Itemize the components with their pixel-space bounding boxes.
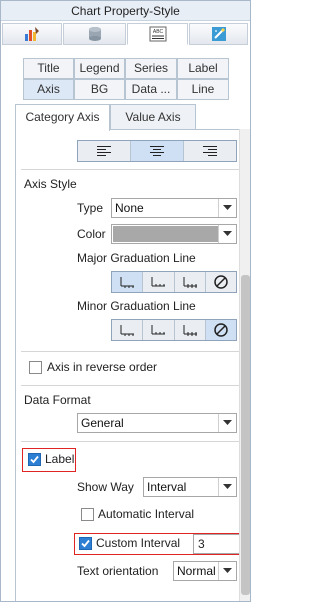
data-format-value: General <box>81 416 124 430</box>
abc-style-icon: ABC <box>149 26 166 42</box>
svg-text:ABC: ABC <box>152 29 163 35</box>
type-label: Type <box>77 201 104 215</box>
tick-outside-icon <box>120 325 135 336</box>
subtab-axis[interactable]: Axis <box>23 79 74 100</box>
alignment-control <box>77 140 237 162</box>
label-checkbox-text: Label <box>45 452 75 466</box>
major-graduation-label: Major Graduation Line <box>77 251 196 265</box>
effects-button[interactable] <box>189 23 248 45</box>
text-orientation-value: Normal <box>177 564 216 578</box>
text-orientation-label: Text orientation <box>77 564 159 578</box>
divider <box>21 441 239 442</box>
checkmark-icon <box>30 455 39 464</box>
custom-interval-checkbox[interactable] <box>79 537 92 550</box>
chevron-down-icon <box>218 225 236 243</box>
automatic-interval-checkbox[interactable] <box>81 508 94 521</box>
color-label: Color <box>77 227 106 241</box>
divider <box>21 385 239 386</box>
show-way-value: Interval <box>147 480 187 494</box>
style-toolbar: ABC <box>1 21 250 47</box>
tick-inside-button[interactable] <box>143 272 175 292</box>
subtab-data[interactable]: Data ... <box>125 79 177 100</box>
tick-outside-button[interactable] <box>112 320 144 340</box>
database-icon <box>88 27 101 41</box>
scrollbar-thumb[interactable] <box>241 275 250 595</box>
subtab-title[interactable]: Title <box>23 58 74 79</box>
tick-cross-icon <box>183 277 197 288</box>
subtab-legend[interactable]: Legend <box>74 58 125 79</box>
custom-interval-label: Custom Interval <box>96 536 181 550</box>
align-right-icon <box>203 146 217 156</box>
label-checkbox[interactable] <box>28 453 41 466</box>
vertical-scrollbar[interactable] <box>239 129 250 601</box>
category-axis-content: Axis Style Type None Color Major Graduat… <box>15 129 250 601</box>
text-orientation-select[interactable]: Normal <box>173 561 237 581</box>
checkmark-icon <box>81 539 90 548</box>
align-left-icon <box>97 146 111 156</box>
data-format-heading: Data Format <box>24 393 91 407</box>
property-subtabs: Title Legend Series Label Axis BG Data .… <box>23 58 229 100</box>
subtab-line[interactable]: Line <box>177 79 229 100</box>
tick-none-button[interactable] <box>205 320 236 340</box>
subtab-label[interactable]: Label <box>177 58 229 79</box>
chart-type-icon <box>25 27 39 41</box>
align-right-button[interactable] <box>184 141 236 161</box>
no-symbol-icon <box>214 323 228 337</box>
subtab-bg[interactable]: BG <box>74 79 125 100</box>
color-select[interactable] <box>111 224 237 244</box>
major-graduation-control <box>111 271 237 293</box>
reverse-order-label: Axis in reverse order <box>47 360 158 374</box>
chevron-down-icon <box>218 199 236 217</box>
type-value: None <box>115 201 144 215</box>
show-way-select[interactable]: Interval <box>143 477 237 497</box>
data-source-button[interactable] <box>63 23 126 45</box>
tick-cross-button[interactable] <box>175 320 206 340</box>
chevron-down-icon <box>218 562 236 580</box>
tick-outside-button[interactable] <box>112 272 144 292</box>
custom-interval-input[interactable]: 3 <box>193 534 240 554</box>
chart-type-button[interactable] <box>2 23 62 45</box>
axis-style-heading: Axis Style <box>24 177 77 191</box>
subtab-series[interactable]: Series <box>125 58 177 79</box>
tab-value-axis[interactable]: Value Axis <box>110 104 196 130</box>
no-symbol-icon <box>214 275 228 289</box>
automatic-interval-label: Automatic Interval <box>98 507 195 521</box>
tick-inside-button[interactable] <box>143 320 175 340</box>
tab-category-axis[interactable]: Category Axis <box>15 104 110 131</box>
tick-none-button[interactable] <box>206 272 236 292</box>
tick-outside-icon <box>120 277 135 288</box>
divider <box>21 351 239 352</box>
data-format-select[interactable]: General <box>77 413 237 433</box>
align-left-button[interactable] <box>78 141 131 161</box>
tick-cross-button[interactable] <box>175 272 206 292</box>
minor-graduation-control <box>111 319 237 341</box>
magic-icon <box>211 27 226 41</box>
tick-inside-icon <box>151 325 166 335</box>
show-way-label: Show Way <box>77 480 134 494</box>
property-panel: Chart Property-Style ABC Title Legend Se… <box>0 0 251 602</box>
align-center-icon <box>150 146 164 156</box>
type-select[interactable]: None <box>111 198 237 218</box>
style-button[interactable]: ABC <box>127 23 188 45</box>
tick-inside-icon <box>151 277 166 287</box>
window-title: Chart Property-Style <box>1 1 250 21</box>
chevron-down-icon <box>218 478 236 496</box>
color-swatch <box>113 226 218 242</box>
reverse-order-checkbox[interactable] <box>29 361 42 374</box>
align-center-button[interactable] <box>131 141 184 161</box>
divider <box>21 169 239 170</box>
chevron-down-icon <box>218 414 236 432</box>
tick-cross-icon <box>183 325 197 336</box>
minor-graduation-label: Minor Graduation Line <box>77 299 196 313</box>
